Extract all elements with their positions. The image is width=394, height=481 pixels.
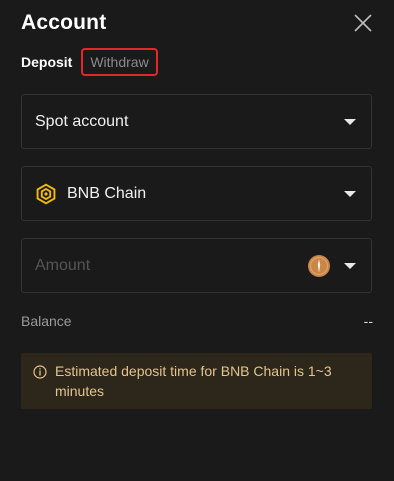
caret-down-icon <box>344 118 356 125</box>
info-icon <box>33 365 47 379</box>
bnb-chain-icon <box>36 183 56 204</box>
caret-down-icon[interactable] <box>344 262 356 269</box>
network-select[interactable]: BNB Chain <box>21 166 372 221</box>
coin-icon[interactable] <box>308 254 330 277</box>
deposit-time-notice: Estimated deposit time for BNB Chain is … <box>21 353 372 409</box>
tab-withdraw[interactable]: Withdraw <box>81 48 158 76</box>
network-select-value: BNB Chain <box>67 184 147 202</box>
tab-bar: Deposit Withdraw <box>21 47 158 77</box>
account-select[interactable]: Spot account <box>21 94 372 149</box>
tab-deposit[interactable]: Deposit <box>21 54 72 70</box>
close-icon[interactable] <box>352 12 374 34</box>
caret-down-icon <box>344 190 356 197</box>
notice-text: Estimated deposit time for BNB Chain is … <box>55 363 332 399</box>
balance-label: Balance <box>21 313 72 329</box>
amount-field[interactable]: Amount <box>21 238 372 293</box>
account-select-value: Spot account <box>35 112 129 130</box>
balance-value: -- <box>363 313 373 329</box>
amount-placeholder: Amount <box>35 256 91 274</box>
panel-title: Account <box>21 11 107 34</box>
